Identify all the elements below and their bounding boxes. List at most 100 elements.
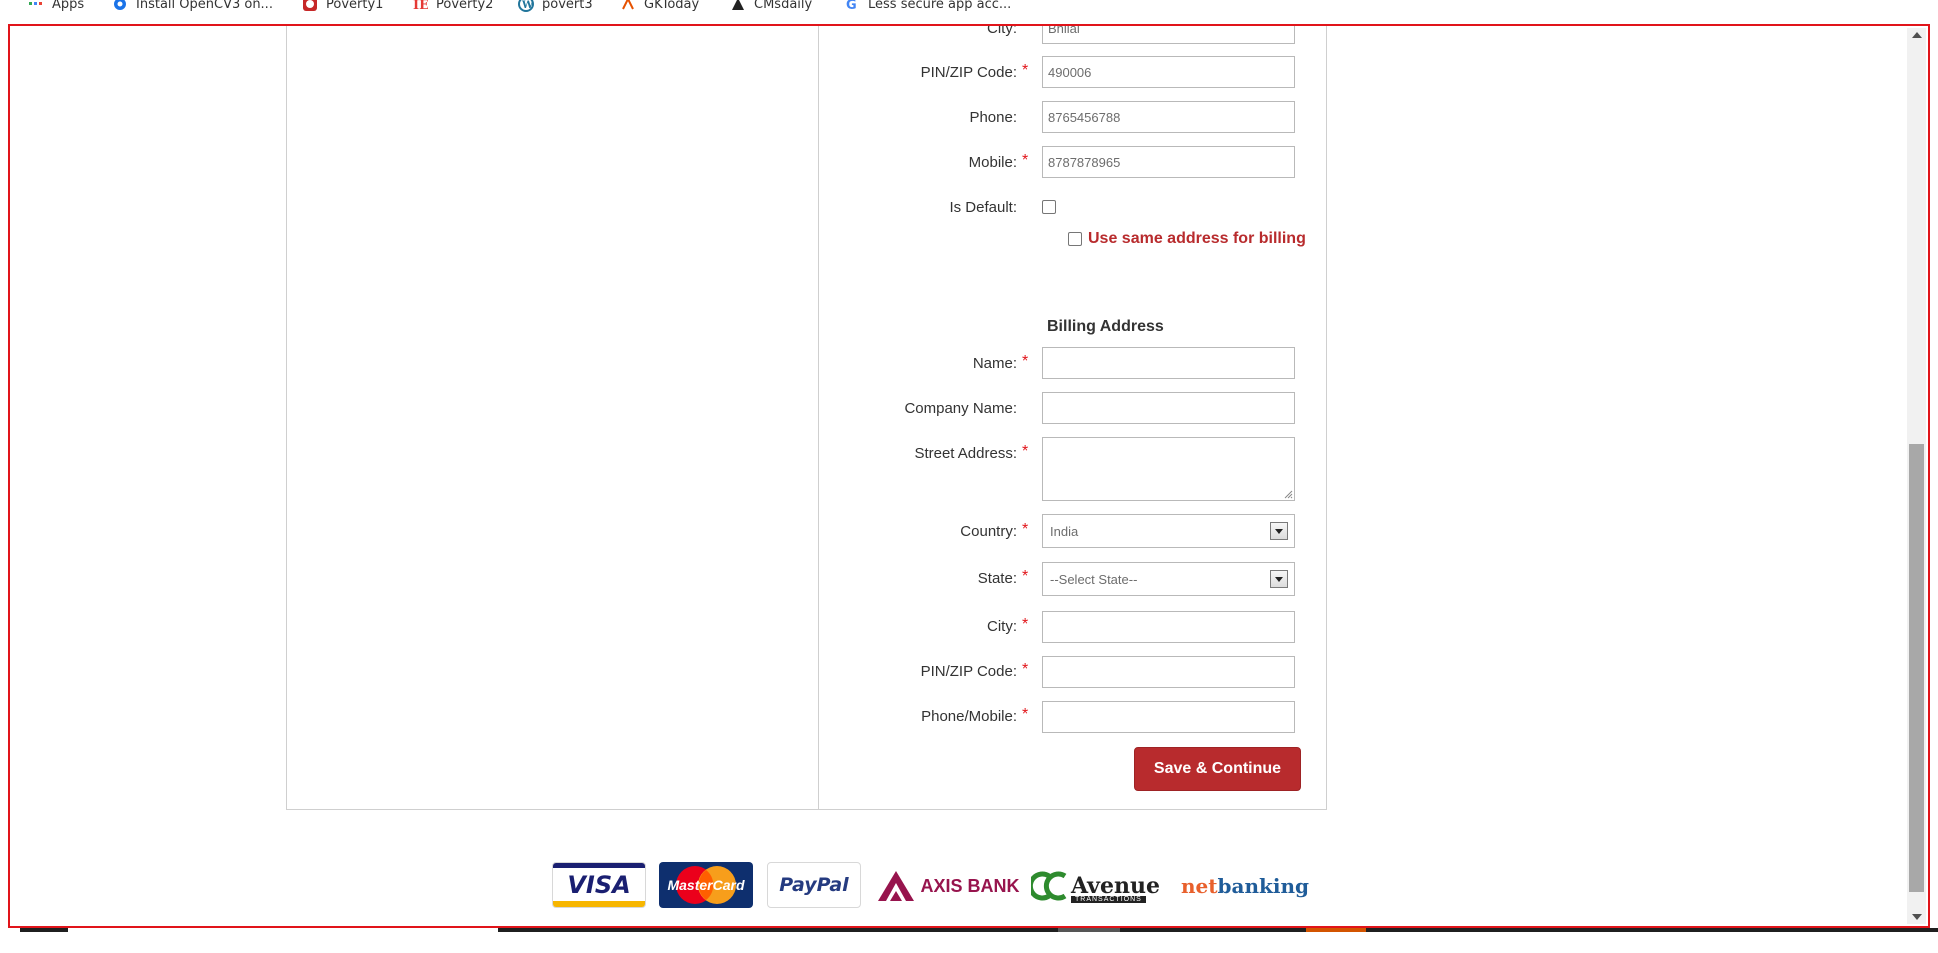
billing-name-label: Name: [972, 355, 1017, 372]
taskbar-segment [1306, 928, 1366, 932]
required-marker: * [1022, 521, 1029, 538]
visa-text: VISA [567, 870, 631, 899]
opencv-icon [112, 0, 128, 12]
bookmarks-bar: Apps Install OpenCV3 on... Poverty1 IE P… [0, 0, 1938, 14]
mastercard-logo: MasterCard [659, 862, 753, 908]
billing-company-label: Company Name: [904, 400, 1017, 417]
save-continue-button[interactable]: Save & Continue [1134, 747, 1301, 791]
ccavenue-cc-icon [1031, 871, 1067, 900]
paypal-text: PayPal [779, 874, 849, 896]
bookmark-label: Install OpenCV3 on... [136, 0, 273, 12]
billing-street-textarea[interactable] [1042, 437, 1295, 501]
required-marker: * [1022, 616, 1029, 633]
billing-name-field[interactable] [1042, 347, 1295, 379]
billing-phone-field[interactable] [1042, 701, 1295, 733]
netbanking-banking: banking [1217, 874, 1309, 898]
shipping-pin-field[interactable]: 490006 [1042, 56, 1295, 88]
billing-pin-label: PIN/ZIP Code: [920, 663, 1017, 680]
svg-text:IE: IE [413, 0, 428, 12]
bookmark-less-secure[interactable]: G Less secure app acc... [844, 0, 1011, 13]
shipping-pin-label: PIN/ZIP Code: [920, 64, 1017, 81]
bookmark-apps[interactable]: Apps [28, 0, 84, 13]
billing-state-label: State: [977, 570, 1017, 587]
is-default-checkbox[interactable] [1042, 200, 1056, 214]
taskbar-segment [20, 928, 68, 932]
billing-state-select[interactable]: --Select State-- [1042, 562, 1295, 596]
state-value: --Select State-- [1050, 571, 1138, 587]
netbanking-net: net [1181, 874, 1218, 898]
chevron-down-icon[interactable] [1270, 522, 1288, 540]
required-marker: * [1022, 62, 1029, 79]
billing-street-label: Street Address: [914, 445, 1017, 462]
bookmark-poverty2[interactable]: IE Poverty2 [412, 0, 493, 13]
ccavenue-sub: TRANSACTIONS [1071, 895, 1146, 903]
google-icon: G [844, 0, 860, 13]
billing-city-label: City: [987, 618, 1017, 635]
svg-text:W: W [521, 0, 534, 11]
billing-country-select[interactable]: India [1042, 514, 1295, 548]
apps-grid-icon [28, 0, 44, 12]
ccavenue-logo: Avenue TRANSACTIONS [1031, 864, 1175, 908]
required-marker: * [1022, 568, 1029, 585]
same-address-label[interactable]: Use same address for billing [1088, 230, 1306, 248]
bookmark-label: Poverty1 [326, 0, 384, 12]
scroll-down-icon[interactable] [1912, 914, 1922, 920]
bookmark-povert3[interactable]: W povert3 [518, 0, 593, 13]
wordpress-icon: W [518, 0, 534, 12]
billing-city-field[interactable] [1042, 611, 1295, 643]
resize-grip-icon[interactable] [1283, 489, 1293, 499]
poverty2-icon: IE [412, 0, 429, 13]
billing-phone-label: Phone/Mobile: [921, 708, 1017, 725]
cmsdaily-icon [730, 0, 746, 12]
required-marker: * [1022, 443, 1029, 460]
bookmark-opencv[interactable]: Install OpenCV3 on... [112, 0, 273, 13]
required-marker: * [1022, 661, 1029, 678]
axis-bank-logo: AXIS BANK [874, 866, 1022, 906]
shipping-city-field[interactable]: Bhilai [1042, 26, 1295, 44]
gktoday-icon [620, 0, 636, 12]
bookmark-label: Poverty2 [436, 0, 494, 12]
scroll-up-icon[interactable] [1912, 32, 1922, 38]
bookmark-label: Apps [52, 0, 85, 12]
country-value: India [1050, 523, 1079, 539]
taskbar-segment [498, 928, 1058, 932]
same-address-checkbox[interactable] [1068, 232, 1082, 246]
bookmark-poverty1[interactable]: Poverty1 [302, 0, 383, 13]
billing-company-field[interactable] [1042, 392, 1295, 424]
page-frame: City: Bhilai PIN/ZIP Code: * 490006 Phon… [8, 24, 1930, 928]
required-marker: * [1022, 152, 1029, 169]
taskbar-segment [1120, 928, 1306, 932]
billing-country-label: Country: [960, 523, 1017, 540]
taskbar-strip [0, 928, 1938, 953]
paypal-logo: PayPal [767, 862, 861, 908]
is-default-label: Is Default: [949, 199, 1017, 216]
vertical-scrollbar[interactable] [1907, 28, 1926, 924]
bookmark-label: Less secure app acc... [868, 0, 1012, 12]
required-marker: * [1022, 706, 1029, 723]
svg-text:G: G [846, 0, 857, 12]
taskbar-segment [1058, 928, 1120, 932]
address-form-panel: City: Bhilai PIN/ZIP Code: * 490006 Phon… [818, 26, 1327, 810]
shipping-mobile-field[interactable]: 8787878965 [1042, 146, 1295, 178]
shipping-city-label: City: [987, 24, 1017, 37]
netbanking-logo: net banking [1181, 868, 1309, 904]
bookmark-label: povert3 [542, 0, 593, 12]
poverty1-icon [302, 0, 318, 12]
scroll-thumb[interactable] [1909, 444, 1924, 892]
left-panel [286, 26, 819, 810]
axis-bank-icon [878, 871, 915, 901]
chevron-down-icon[interactable] [1270, 570, 1288, 588]
shipping-phone-label: Phone: [969, 109, 1017, 126]
billing-title: Billing Address [1047, 318, 1164, 335]
mastercard-text: MasterCard [667, 877, 745, 893]
axis-bank-text: AXIS BANK [920, 875, 1020, 896]
taskbar-segment [1366, 928, 1938, 932]
visa-logo: VISA [552, 862, 646, 908]
billing-pin-field[interactable] [1042, 656, 1295, 688]
bookmark-gktoday[interactable]: GKToday [620, 0, 699, 13]
shipping-phone-field[interactable]: 8765456788 [1042, 101, 1295, 133]
bookmark-label: GKToday [644, 0, 700, 12]
bookmark-cmsdaily[interactable]: CMsdaily [730, 0, 812, 13]
bookmark-label: CMsdaily [754, 0, 813, 12]
required-marker: * [1022, 353, 1029, 370]
